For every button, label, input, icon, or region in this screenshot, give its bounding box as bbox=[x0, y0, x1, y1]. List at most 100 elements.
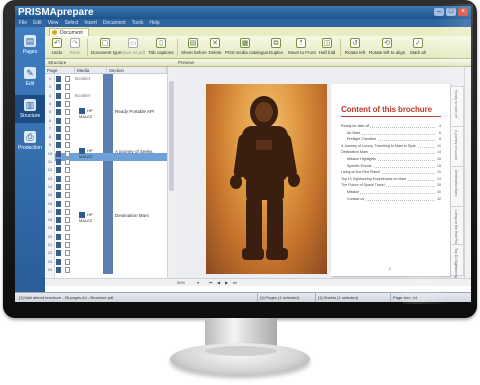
menu-view[interactable]: View bbox=[48, 19, 59, 27]
toc-entry-page: 18 bbox=[437, 163, 441, 169]
mark-all-button[interactable]: ✓ Mark all bbox=[409, 38, 427, 57]
menu-file[interactable]: File bbox=[19, 19, 27, 27]
first-page-icon[interactable]: ⏮ bbox=[209, 280, 213, 286]
tab-divider[interactable]: Living on the Red Planet bbox=[451, 206, 464, 248]
column-header-media[interactable]: Media bbox=[75, 67, 107, 74]
save-pdf-button[interactable]: ▭ Save as pdf bbox=[121, 38, 145, 57]
sidebar-item-label: Structure bbox=[19, 113, 41, 119]
zoom-dropdown-icon[interactable]: ▾ bbox=[197, 280, 199, 286]
sidebar-item-label: Pages bbox=[22, 49, 38, 55]
page-layout-icon bbox=[65, 134, 70, 141]
page-icon bbox=[56, 200, 61, 207]
maximize-icon[interactable]: □ bbox=[446, 8, 456, 16]
toc-entry-text: Destination Mars bbox=[341, 150, 369, 155]
move-front-button[interactable]: ⇡ Move to Front bbox=[288, 38, 316, 57]
sidebar-item-production[interactable]: ⎙ Production bbox=[15, 127, 45, 155]
table-row[interactable]: 11 bbox=[45, 158, 103, 166]
toc-entry: Ready for take off 4 bbox=[341, 124, 441, 129]
table-row[interactable]: 8 bbox=[45, 133, 103, 141]
previous-page-icon[interactable]: ◀ bbox=[217, 280, 220, 286]
status-bar: [1] Mail attend brochure - 28 pages A4 -… bbox=[15, 292, 471, 302]
table-row[interactable]: 4 bbox=[45, 100, 103, 108]
table-row[interactable]: 16 bbox=[45, 200, 103, 208]
section-label[interactable]: Ready Portable API bbox=[115, 109, 154, 114]
menu-tools[interactable]: Tools bbox=[132, 19, 144, 27]
table-row[interactable]: 1 Booklet bbox=[45, 75, 103, 83]
tab-captions-button[interactable]: ▯ Tab captions bbox=[148, 38, 174, 57]
menu-insert[interactable]: Insert bbox=[84, 19, 97, 27]
media-entry[interactable]: HP MALEZ bbox=[79, 212, 105, 223]
table-row[interactable]: 3 Booklet bbox=[45, 92, 103, 100]
menu-document[interactable]: Document bbox=[103, 19, 126, 27]
table-row[interactable]: 15 bbox=[45, 191, 103, 199]
row-number: 18 bbox=[47, 217, 53, 223]
undo-button[interactable]: ↶ Undo bbox=[49, 38, 65, 57]
table-row[interactable]: 24 bbox=[45, 266, 103, 274]
sheet-before-button[interactable]: ▤ Sheet before bbox=[181, 38, 207, 57]
toc-entry-page: 32 bbox=[437, 196, 441, 202]
toc-entry-page: 16 bbox=[437, 157, 441, 162]
tab-document[interactable]: Document bbox=[49, 28, 89, 36]
page-icon bbox=[56, 125, 61, 132]
edit-icon: ✎ bbox=[24, 67, 36, 79]
structure-grid: Page Media Section 1 Booklet 2 3 Booklet 4 5 6 7… bbox=[45, 67, 197, 278]
save-icon: ▭ bbox=[128, 38, 138, 48]
table-row[interactable]: 7 bbox=[45, 125, 103, 133]
document-type-button[interactable]: ▢ Document type bbox=[91, 38, 121, 57]
table-row[interactable]: 19 bbox=[45, 224, 103, 232]
next-page-icon[interactable]: ▶ bbox=[225, 280, 228, 286]
sidebar-item-structure[interactable]: ▥ Structure bbox=[15, 95, 45, 123]
menu-edit[interactable]: Edit bbox=[33, 19, 42, 27]
table-row[interactable]: 20 bbox=[45, 233, 103, 241]
duplex-button[interactable]: ⧉ Duplex bbox=[267, 38, 285, 57]
scroll-thumb[interactable] bbox=[169, 81, 174, 191]
last-page-icon[interactable]: ⏭ bbox=[233, 280, 237, 286]
row-label: Booklet bbox=[75, 76, 91, 81]
half-fold-button[interactable]: ◫ Half fold bbox=[317, 38, 337, 57]
zoom-level[interactable]: 50% bbox=[177, 280, 185, 286]
sidebar-item-pages[interactable]: ▤ Pages bbox=[15, 31, 45, 59]
preview-scrollbar[interactable] bbox=[464, 67, 471, 278]
section-label[interactable]: A journey of Seeks bbox=[115, 149, 153, 154]
row-number: 2 bbox=[48, 84, 52, 90]
row-number: 17 bbox=[47, 208, 53, 214]
toc-entry-text: The Future of Space Travel bbox=[341, 183, 386, 188]
toc-entry: The Future of Space Travel 28 bbox=[341, 183, 441, 189]
toc-title: Content of this brochure bbox=[341, 105, 432, 114]
delete-button[interactable]: ✕ Delete bbox=[207, 38, 223, 57]
table-row[interactable]: 13 bbox=[45, 175, 103, 183]
table-row[interactable]: 21 bbox=[45, 241, 103, 249]
move-front-icon: ⇡ bbox=[296, 38, 306, 48]
tab-divider[interactable]: Destination Mars bbox=[451, 166, 464, 208]
menu-help[interactable]: Help bbox=[149, 19, 159, 27]
rotate-align-button[interactable]: ⟲ Rotate left to align bbox=[369, 38, 405, 57]
table-row[interactable]: 14 bbox=[45, 183, 103, 191]
media-entry[interactable]: HP MALEZ bbox=[79, 148, 105, 159]
page-icon bbox=[56, 175, 61, 182]
section-label[interactable]: Destination Mars bbox=[115, 213, 149, 218]
tab-divider[interactable]: A journey of Luxury bbox=[451, 126, 464, 168]
page-layout-icon bbox=[65, 117, 70, 124]
preview-bottom-bar: 50% ▾ ⏮ ◀ ▶ ⏭ bbox=[175, 278, 471, 286]
close-icon[interactable]: × bbox=[458, 8, 468, 16]
column-header-page[interactable]: Page bbox=[45, 67, 75, 74]
rotate-left-button[interactable]: ↺ Rotate left bbox=[344, 38, 366, 57]
page-icon bbox=[56, 217, 61, 224]
toc-entry-page: 8 bbox=[439, 137, 441, 143]
table-row[interactable]: 22 bbox=[45, 249, 103, 257]
minimize-icon[interactable]: – bbox=[434, 8, 444, 16]
table-row[interactable]: 2 bbox=[45, 83, 103, 91]
table-row[interactable]: 23 bbox=[45, 258, 103, 266]
column-header-section[interactable]: Section bbox=[107, 67, 167, 74]
page-icon bbox=[56, 109, 61, 116]
table-row[interactable]: 12 bbox=[45, 166, 103, 174]
media-entry[interactable]: HP MALEZ bbox=[79, 108, 105, 119]
tab-divider[interactable]: Ready for take off bbox=[451, 86, 464, 128]
structure-scrollbar[interactable] bbox=[167, 67, 175, 278]
media-catalogue-button[interactable]: ▦ Print media catalogue bbox=[225, 38, 269, 57]
redo-button[interactable]: ↷ Redo bbox=[67, 38, 83, 57]
row-number: 21 bbox=[47, 242, 53, 247]
sidebar-item-edit[interactable]: ✎ Edit bbox=[15, 63, 45, 91]
menu-select[interactable]: Select bbox=[64, 19, 78, 27]
tab-divider[interactable]: Top 10 Sightseeing bbox=[451, 244, 464, 278]
